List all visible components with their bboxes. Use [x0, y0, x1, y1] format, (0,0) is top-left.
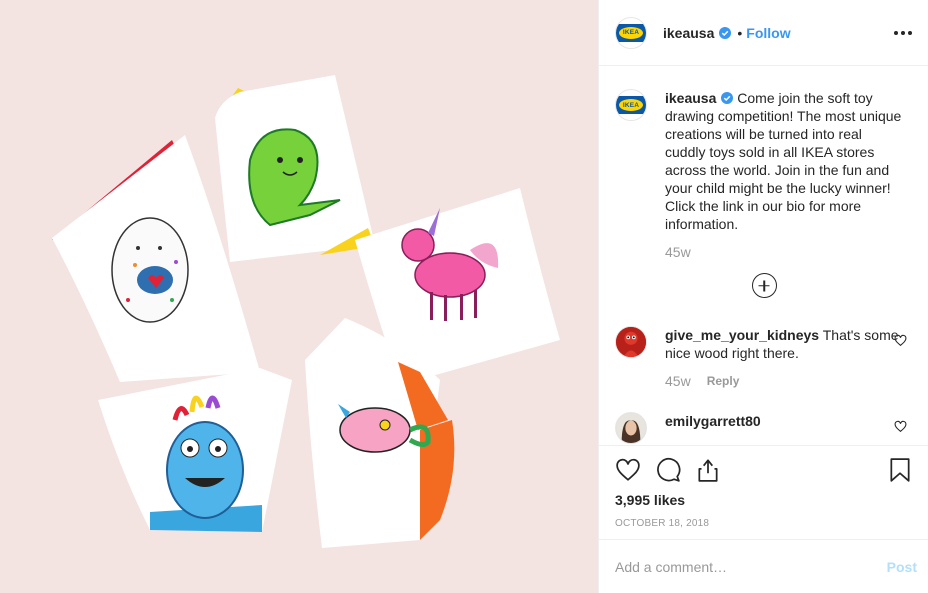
- caption-row: IKEA ikeausa Come join the soft toy draw…: [615, 89, 913, 261]
- author-username[interactable]: ikeausa: [663, 25, 714, 41]
- post-side-panel: IKEA ikeausa • Follow IKEA ikeausa Come …: [598, 0, 928, 593]
- heart-icon[interactable]: [894, 420, 907, 433]
- caption-text: Come join the soft toy drawing competiti…: [665, 90, 902, 232]
- comment-row: emilygarrett80: [615, 412, 913, 444]
- heart-icon[interactable]: [615, 457, 641, 483]
- instagram-post-view: IKEA ikeausa • Follow IKEA ikeausa Come …: [0, 0, 928, 593]
- comment-icon[interactable]: [655, 457, 681, 483]
- likes-count[interactable]: 3,995 likes: [615, 492, 913, 508]
- post-photo[interactable]: [0, 0, 598, 593]
- post-actions: 3,995 likes OCTOBER 18, 2018: [599, 445, 928, 529]
- comment-input[interactable]: Add a comment…: [615, 559, 727, 575]
- ikea-logo: IKEA: [616, 96, 646, 114]
- comment-username[interactable]: emilygarrett80: [665, 413, 761, 429]
- comment-username[interactable]: give_me_your_kidneys: [665, 327, 819, 343]
- commenter-avatar[interactable]: [615, 326, 647, 358]
- reply-button[interactable]: Reply: [707, 372, 740, 390]
- post-header: IKEA ikeausa • Follow: [599, 0, 928, 66]
- post-date[interactable]: OCTOBER 18, 2018: [615, 518, 913, 529]
- header-separator: •: [737, 24, 743, 41]
- comments-list[interactable]: IKEA ikeausa Come join the soft toy draw…: [599, 67, 928, 445]
- comment-row: give_me_your_kidneys That's some nice wo…: [615, 326, 913, 390]
- follow-button[interactable]: Follow: [746, 25, 790, 41]
- woman-avatar-image: [616, 413, 646, 443]
- share-icon[interactable]: [695, 457, 721, 483]
- ikea-logo: IKEA: [616, 23, 646, 42]
- caption-age[interactable]: 45w: [665, 243, 691, 261]
- bookmark-icon[interactable]: [887, 457, 913, 483]
- verified-badge-icon: [721, 92, 734, 104]
- comment-age[interactable]: 45w: [665, 372, 691, 390]
- kids-drawings-illustration: [0, 0, 598, 593]
- post-comment-button[interactable]: Post: [887, 559, 917, 575]
- caption-username[interactable]: ikeausa: [665, 90, 716, 106]
- plus-circle-icon: [751, 273, 777, 298]
- red-figure-avatar-image: [616, 327, 646, 357]
- author-avatar[interactable]: IKEA: [615, 16, 647, 49]
- caption-author-avatar[interactable]: IKEA: [615, 89, 647, 121]
- load-more-comments-button[interactable]: [615, 273, 913, 298]
- heart-icon[interactable]: [894, 334, 907, 347]
- more-options-icon[interactable]: [890, 25, 916, 41]
- verified-badge-icon: [719, 26, 732, 39]
- commenter-avatar[interactable]: [615, 412, 647, 444]
- add-comment-bar: Add a comment… Post: [599, 539, 928, 593]
